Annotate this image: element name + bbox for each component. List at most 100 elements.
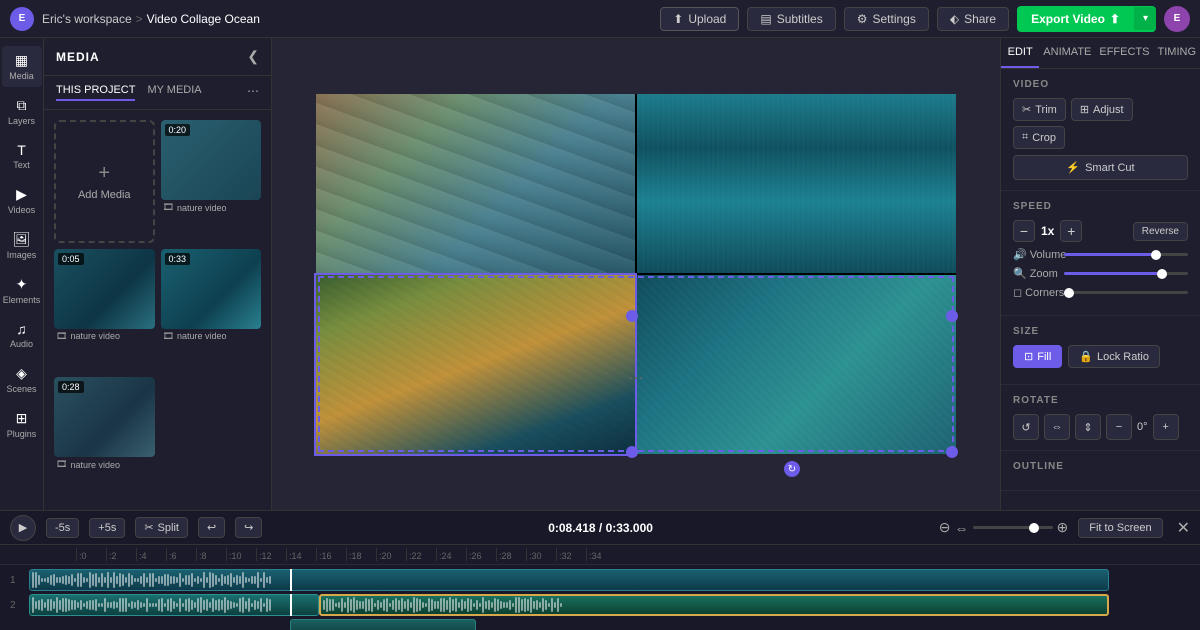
media-thumb-2[interactable]: 0:05 🎞 nature video <box>54 249 155 372</box>
upload-button[interactable]: ⬆ Upload <box>660 7 739 31</box>
flip-h-button[interactable]: ⇔ <box>1044 414 1070 440</box>
trim-button[interactable]: ✂ Trim <box>1013 98 1066 121</box>
export-button[interactable]: Export Video ⬆ ▾ <box>1017 6 1156 32</box>
zoom-out-icon[interactable]: ⊖ <box>939 519 951 536</box>
resize-handle-tr[interactable] <box>946 310 958 322</box>
export-dropdown-arrow[interactable]: ▾ <box>1134 7 1156 30</box>
sidebar-item-images[interactable]: 🖼 Images <box>2 225 42 266</box>
waveform-bar <box>152 573 154 587</box>
play-button[interactable]: ▶ <box>10 515 36 541</box>
track-clip-3[interactable] <box>290 619 476 630</box>
images-icon: 🖼 <box>13 231 31 248</box>
sidebar-item-text[interactable]: T Text <box>2 136 42 176</box>
redo-button[interactable]: ↪ <box>235 517 262 538</box>
share-button[interactable]: ⬖ Share <box>937 7 1009 31</box>
collage-cell-2[interactable] <box>637 94 956 273</box>
waveform-bar <box>56 577 58 583</box>
corners-slider[interactable] <box>1064 291 1188 294</box>
crop-button[interactable]: ⌗ Crop <box>1013 126 1065 149</box>
video-collage[interactable]: ↻ <box>316 94 956 454</box>
smart-cut-button[interactable]: ⚡ Smart Cut <box>1013 155 1188 180</box>
minus5-button[interactable]: -5s <box>46 518 79 538</box>
volume-thumb[interactable] <box>1151 250 1161 260</box>
fit-screen-button[interactable]: Fit to Screen <box>1078 518 1162 538</box>
upload-icon: ⬆ <box>673 12 683 26</box>
media-thumb-1[interactable]: 0:20 🎞 nature video <box>161 120 262 243</box>
track-content-2[interactable] <box>29 594 1190 616</box>
zoom-slider[interactable] <box>973 526 1053 529</box>
media-more-options[interactable]: ⋯ <box>247 84 259 101</box>
zoom-thumb[interactable] <box>1157 269 1167 279</box>
waveform-bar <box>107 572 109 588</box>
tab-this-project[interactable]: THIS PROJECT <box>56 84 135 101</box>
waveform-bar <box>476 600 478 611</box>
waveform-bar <box>173 601 175 610</box>
canvas-expand-handle[interactable]: ⋯ <box>628 368 644 388</box>
workspace-link[interactable]: Eric's workspace <box>42 12 132 26</box>
track-clip-1[interactable] <box>29 569 1109 591</box>
undo-button[interactable]: ↩ <box>198 517 225 538</box>
collage-cell-3[interactable] <box>316 275 635 454</box>
zoom-row: 🔍 Zoom <box>1013 267 1188 280</box>
settings-icon: ⚙ <box>857 12 868 26</box>
sidebar-item-plugins[interactable]: ⊞ Plugins <box>2 404 42 445</box>
export-main[interactable]: Export Video ⬆ <box>1017 6 1134 32</box>
collage-cell-1[interactable] <box>316 94 635 273</box>
sidebar-item-scenes[interactable]: ◈ Scenes <box>2 359 42 400</box>
track-number-1: 1 <box>10 575 24 586</box>
rotate-handle[interactable]: ↻ <box>784 461 800 477</box>
rotate-ccw-button[interactable]: ↺ <box>1013 414 1039 440</box>
flip-v-button[interactable]: ⇕ <box>1075 414 1101 440</box>
timeline-close-button[interactable]: ✕ <box>1177 518 1190 538</box>
track-clip-2b[interactable] <box>319 594 1108 616</box>
media-thumb-4[interactable]: 0:28 🎞 nature video <box>54 377 155 500</box>
waveform-bar <box>44 578 46 582</box>
user-avatar[interactable]: E <box>1164 6 1190 32</box>
waveform-bar <box>116 602 118 608</box>
waveform-bar <box>194 602 196 609</box>
add-media-button[interactable]: + Add Media <box>54 120 155 243</box>
waveform-bar <box>434 601 436 609</box>
resize-handle-bl[interactable] <box>626 446 638 458</box>
sidebar-item-layers[interactable]: ⧉ Layers <box>2 91 42 132</box>
resize-handle-br[interactable] <box>946 446 958 458</box>
reverse-button[interactable]: Reverse <box>1133 222 1188 241</box>
adjust-button[interactable]: ⊞ Adjust <box>1071 98 1133 121</box>
rotate-minus-button[interactable]: − <box>1106 414 1132 440</box>
subtitles-button[interactable]: ▤ Subtitles <box>747 7 835 31</box>
lock-ratio-button[interactable]: 🔒 Lock Ratio <box>1068 345 1160 368</box>
waveform-bar <box>446 600 448 609</box>
rotate-plus-button[interactable]: + <box>1153 414 1179 440</box>
speed-plus-button[interactable]: + <box>1060 220 1082 242</box>
media-panel-close-button[interactable]: ❮ <box>247 48 259 65</box>
zoom-thumb[interactable] <box>1029 523 1039 533</box>
plus5-button[interactable]: +5s <box>89 518 125 538</box>
tab-my-media[interactable]: MY MEDIA <box>147 84 201 101</box>
track-content-3[interactable] <box>29 619 1190 630</box>
zoom-in-icon[interactable]: ⊕ <box>1057 519 1069 536</box>
waveform-bar <box>221 600 223 610</box>
track-content-1[interactable] <box>29 569 1190 591</box>
arrows-icon[interactable]: ⇔ <box>955 520 969 536</box>
collage-cell-4[interactable] <box>637 275 956 454</box>
sidebar-item-media[interactable]: ▦ Media <box>2 46 42 87</box>
sidebar-item-videos[interactable]: ▶ Videos <box>2 180 42 221</box>
sidebar-item-audio[interactable]: ♫ Audio <box>2 315 42 355</box>
tab-animate[interactable]: ANIMATE <box>1039 38 1095 68</box>
settings-button[interactable]: ⚙ Settings <box>844 7 929 31</box>
track-clip-2a[interactable] <box>29 594 319 616</box>
resize-handle-tl[interactable] <box>626 310 638 322</box>
tab-effects[interactable]: EFFECTS <box>1095 38 1153 68</box>
media-thumb-3[interactable]: 0:33 🎞 nature video <box>161 249 262 372</box>
tab-timing[interactable]: TIMING <box>1154 38 1200 68</box>
volume-slider[interactable] <box>1064 253 1188 256</box>
tab-edit[interactable]: EDIT <box>1001 38 1039 68</box>
sidebar-item-elements[interactable]: ✦ Elements <box>2 270 42 311</box>
split-icon: ✂ <box>144 521 153 534</box>
split-button[interactable]: ✂ Split <box>135 517 188 538</box>
corners-thumb[interactable] <box>1064 288 1074 298</box>
speed-minus-button[interactable]: − <box>1013 220 1035 242</box>
waveform-bar <box>362 601 364 609</box>
zoom-slider[interactable] <box>1064 272 1188 275</box>
fill-button[interactable]: ⊡ Fill <box>1013 345 1062 368</box>
